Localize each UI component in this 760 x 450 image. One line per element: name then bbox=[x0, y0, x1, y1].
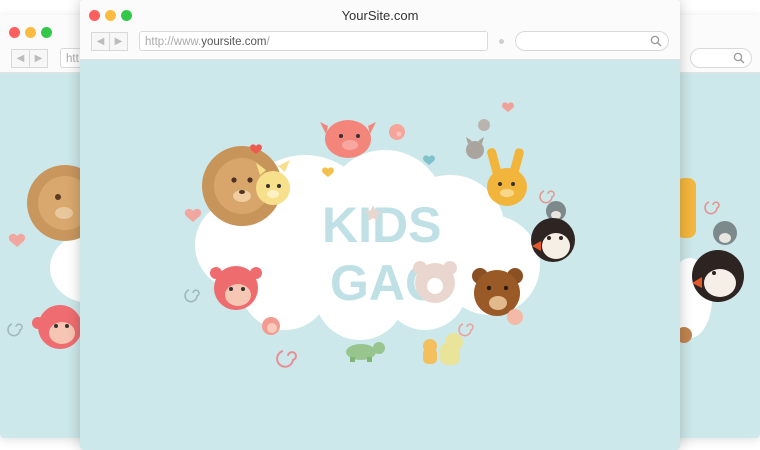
spiral-icon bbox=[539, 190, 555, 204]
back-window-back-arrow-icon[interactable]: ◀ bbox=[11, 49, 30, 68]
spiral-icon-right bbox=[458, 323, 474, 337]
window-toolbar: YourSite.com ◀ ▶ http://www.yoursite.com… bbox=[80, 0, 680, 60]
koala-icon bbox=[546, 201, 566, 221]
small-cat-icon bbox=[478, 119, 490, 131]
browser-window: YourSite.com ◀ ▶ http://www.yoursite.com… bbox=[80, 0, 680, 450]
search-field[interactable] bbox=[515, 31, 669, 51]
back-spiral-icon bbox=[7, 323, 23, 337]
spiral-icon-bottom bbox=[276, 350, 297, 368]
search-icon bbox=[650, 35, 662, 47]
heart-icon-blue bbox=[423, 155, 435, 165]
back-spiral-icon-right bbox=[704, 201, 720, 215]
turtle-icon bbox=[346, 342, 385, 362]
penguin-icon bbox=[531, 218, 575, 262]
back-url-text: htt bbox=[66, 53, 79, 65]
rabbit-icon bbox=[487, 148, 527, 206]
spiral-icon-left bbox=[184, 289, 200, 303]
back-arrow-icon[interactable]: ◀ bbox=[91, 32, 110, 51]
url-prefix: http://www. bbox=[145, 36, 202, 48]
back-minimize-button[interactable] bbox=[25, 27, 36, 38]
url-suffix: / bbox=[266, 36, 270, 48]
window-title: YourSite.com bbox=[341, 8, 419, 23]
back-heart-icon bbox=[8, 233, 26, 247]
cat-icon-bottom bbox=[423, 339, 437, 364]
small-pig-icon bbox=[389, 124, 405, 140]
back-search-icon bbox=[733, 52, 745, 64]
pig-icon bbox=[320, 120, 376, 158]
small-monkey-icon bbox=[262, 317, 280, 335]
logo-line1: KIDS bbox=[322, 197, 441, 253]
cat-icon-bottom-2 bbox=[440, 333, 463, 365]
heart-icon-left bbox=[184, 208, 202, 222]
cat-icon bbox=[466, 137, 484, 159]
url-bar[interactable]: http://www.yoursite.com/ bbox=[139, 31, 488, 51]
back-window-search-field[interactable] bbox=[690, 48, 752, 68]
back-close-button[interactable] bbox=[9, 27, 20, 38]
heart-icon-top bbox=[502, 102, 514, 112]
back-penguin-icon bbox=[692, 250, 744, 302]
back-window-forward-arrow-icon[interactable]: ▶ bbox=[29, 49, 48, 68]
page-content: KIDS GAO bbox=[80, 60, 680, 450]
reload-indicator-icon[interactable] bbox=[499, 39, 504, 44]
forward-arrow-icon[interactable]: ▶ bbox=[109, 32, 128, 51]
url-host: yoursite.com bbox=[201, 36, 267, 48]
back-koala-icon bbox=[713, 221, 737, 245]
kids-illustration: KIDS GAO bbox=[184, 102, 575, 368]
back-zoom-button[interactable] bbox=[41, 27, 52, 38]
small-pig-icon-2 bbox=[507, 309, 523, 325]
back-monkey-icon bbox=[32, 305, 82, 349]
